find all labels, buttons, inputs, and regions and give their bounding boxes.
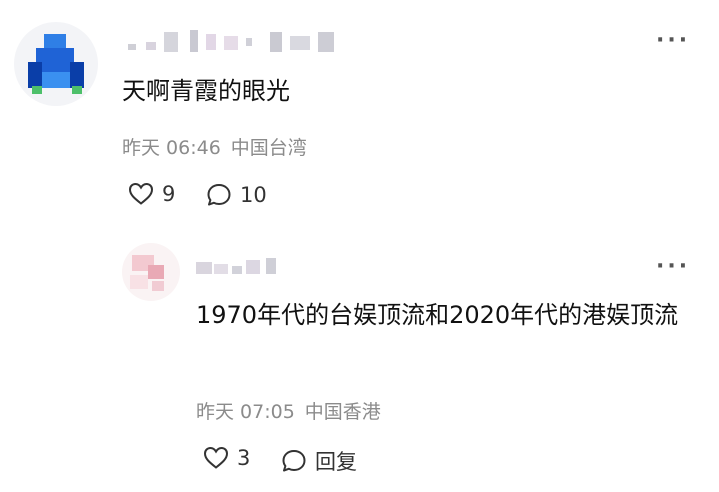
speech-bubble-icon [282, 450, 306, 472]
like-button[interactable]: 3 [203, 446, 250, 470]
like-count: 3 [237, 446, 251, 470]
comment-content: 天啊青霞的眼光 [122, 77, 290, 105]
like-count: 9 [162, 182, 176, 206]
avatar-pixel [148, 265, 164, 279]
comment-button[interactable]: 10 [206, 182, 267, 208]
username-blurred[interactable] [128, 30, 358, 54]
avatar-pixel [42, 72, 70, 88]
avatar-pixel [44, 34, 66, 48]
heart-outline-icon [128, 182, 154, 205]
comment-location: 中国香港 [304, 401, 381, 423]
more-dots-icon[interactable]: ··· [656, 256, 690, 278]
comment-time: 昨天 06:46 [122, 137, 221, 159]
username-blurred[interactable] [196, 256, 286, 280]
comment-meta: 昨天 07:05 中国香港 [196, 397, 381, 424]
avatar-pixel [28, 62, 42, 88]
more-dots-icon[interactable]: ··· [656, 30, 690, 52]
avatar-pixel [70, 62, 84, 88]
avatar-pixel [152, 281, 164, 291]
heart-outline-icon [203, 446, 229, 469]
comment-content: 1970年代的台娱顶流和2020年代的港娱顶流 [196, 301, 679, 329]
comment-location: 中国台湾 [230, 137, 307, 159]
reply-button[interactable]: 回复 [281, 446, 357, 476]
avatar-pixel [72, 86, 82, 94]
avatar-pixel [32, 86, 42, 94]
reply-label: 回复 [315, 450, 357, 474]
comment-meta: 昨天 06:46 中国台湾 [122, 133, 307, 160]
like-button[interactable]: 9 [128, 182, 175, 206]
comment-time: 昨天 07:05 [196, 401, 295, 423]
reply-count: 10 [240, 183, 267, 207]
speech-bubble-icon [207, 184, 231, 206]
avatar-pixel [130, 275, 148, 289]
avatar[interactable] [122, 243, 180, 301]
avatar[interactable] [14, 22, 98, 106]
